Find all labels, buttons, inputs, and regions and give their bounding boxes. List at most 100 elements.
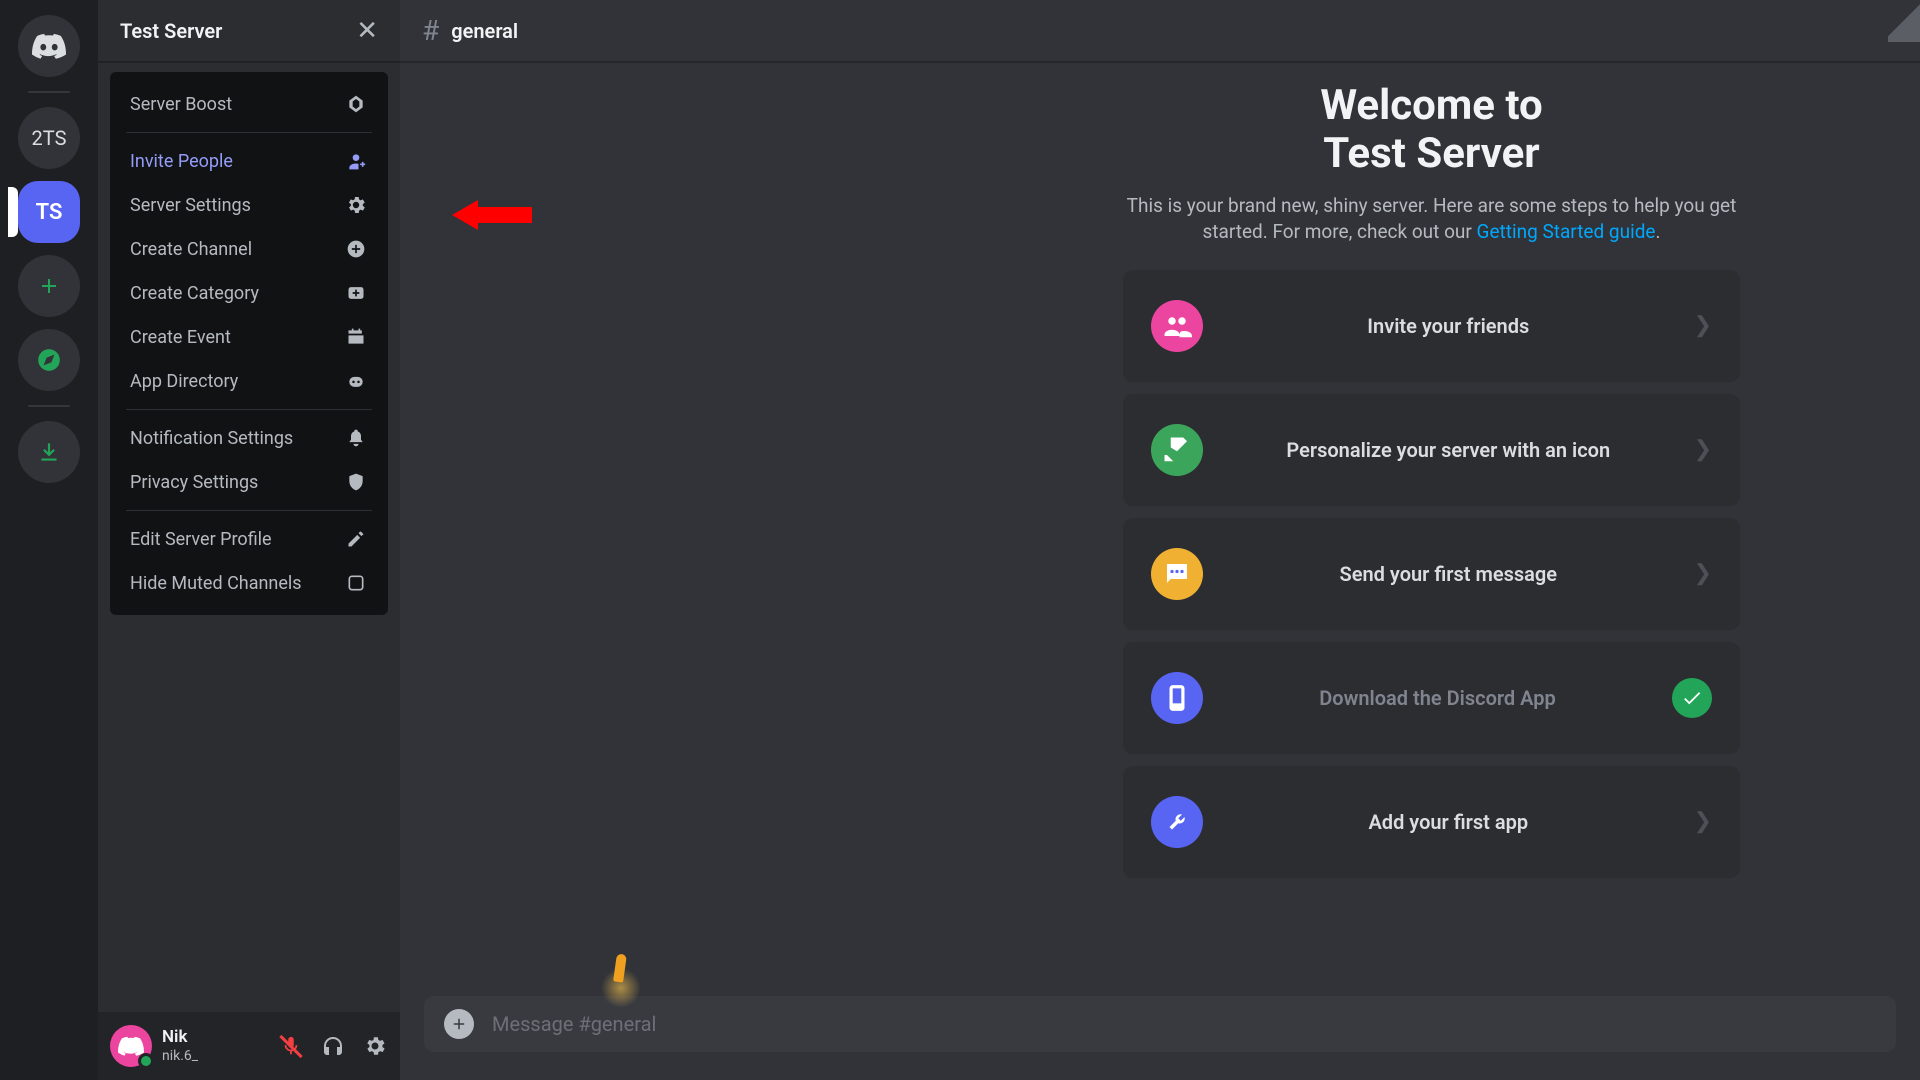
dd-privacy-settings[interactable]: Privacy Settings <box>120 460 378 504</box>
card-label: Personalize your server with an icon <box>1229 438 1668 462</box>
rail-server-2ts[interactable]: 2TS <box>18 107 80 169</box>
dd-create-channel[interactable]: Create Channel <box>120 227 378 271</box>
dd-server-settings[interactable]: Server Settings <box>120 183 378 227</box>
channel-column: Test Server ✕ Server Boost Invite People… <box>98 0 400 1080</box>
dd-label: Create Channel <box>130 239 252 260</box>
dd-label: Hide Muted Channels <box>130 573 302 594</box>
card-icon <box>1151 424 1203 476</box>
dd-create-category[interactable]: Create Category <box>120 271 378 315</box>
server-dropdown: Server Boost Invite People Server Settin… <box>110 72 388 615</box>
user-avatar[interactable] <box>110 1025 152 1067</box>
card-label: Download the Discord App <box>1229 686 1646 710</box>
attach-button[interactable] <box>444 1009 474 1039</box>
rail-server-ts[interactable]: TS <box>18 181 80 243</box>
boost-icon <box>344 92 368 116</box>
rail-download[interactable] <box>18 421 80 483</box>
rail-separator <box>28 405 70 407</box>
dd-app-directory[interactable]: App Directory <box>120 359 378 403</box>
discord-logo-icon <box>32 33 66 59</box>
mute-mic-button[interactable] <box>278 1033 304 1059</box>
dd-label: App Directory <box>130 371 238 392</box>
dd-separator <box>126 132 372 133</box>
rail-separator <box>28 91 70 93</box>
dd-invite-people[interactable]: Invite People <box>120 139 378 183</box>
welcome-block: Welcome to Test Server This is your bran… <box>1123 82 1740 878</box>
server-rail: 2TS TS <box>0 0 98 1080</box>
card-label: Send your first message <box>1229 562 1668 586</box>
invite-icon <box>344 149 368 173</box>
hash-icon: # <box>422 14 439 47</box>
folder-plus-icon <box>344 281 368 305</box>
dd-label: Server Boost <box>130 94 232 115</box>
card-personalize-icon[interactable]: Personalize your server with an icon ❯ <box>1123 394 1740 506</box>
card-icon <box>1151 300 1203 352</box>
annotation-cursor <box>601 968 641 1008</box>
dd-hide-muted[interactable]: Hide Muted Channels <box>120 561 378 605</box>
card-label: Add your first app <box>1229 810 1668 834</box>
card-label: Invite your friends <box>1229 314 1668 338</box>
gear-icon <box>363 1034 387 1058</box>
card-add-app[interactable]: Add your first app ❯ <box>1123 766 1740 878</box>
dd-label: Notification Settings <box>130 428 293 449</box>
shield-icon <box>344 470 368 494</box>
channel-title: general <box>451 19 518 43</box>
deafen-button[interactable] <box>320 1033 346 1059</box>
dd-separator <box>126 510 372 511</box>
check-circle-icon <box>1672 678 1712 718</box>
getting-started-link[interactable]: Getting Started guide <box>1477 220 1656 243</box>
discord-logo-icon <box>118 1036 144 1056</box>
chevron-right-icon: ❯ <box>1694 313 1712 338</box>
compass-icon <box>36 347 62 373</box>
card-icon <box>1151 672 1203 724</box>
card-icon <box>1151 796 1203 848</box>
gear-icon <box>344 193 368 217</box>
robot-icon <box>344 369 368 393</box>
dd-notification-settings[interactable]: Notification Settings <box>120 416 378 460</box>
user-names[interactable]: Nik nik.6_ <box>162 1028 268 1064</box>
message-composer[interactable] <box>424 996 1896 1052</box>
phone-icon <box>1164 683 1190 713</box>
rail-add-server[interactable] <box>18 255 80 317</box>
welcome-content: Welcome to Test Server This is your bran… <box>400 62 1920 996</box>
chevron-right-icon: ❯ <box>1694 561 1712 586</box>
channel-header: # general <box>400 0 1920 62</box>
dd-label: Server Settings <box>130 195 251 216</box>
rail-discord-home[interactable] <box>18 15 80 77</box>
paint-icon <box>1162 435 1192 465</box>
rail-active-pill <box>8 187 18 237</box>
user-panel: Nik nik.6_ <box>98 1012 400 1080</box>
close-icon[interactable]: ✕ <box>356 16 378 46</box>
annotation-arrow <box>452 200 532 230</box>
calendar-icon <box>344 325 368 349</box>
plus-circle-icon <box>344 237 368 261</box>
card-download-app[interactable]: Download the Discord App <box>1123 642 1740 754</box>
status-online-icon <box>138 1053 154 1069</box>
welcome-title: Welcome to Test Server <box>1123 82 1740 179</box>
dd-edit-server-profile[interactable]: Edit Server Profile <box>120 517 378 561</box>
checkbox-icon <box>344 571 368 595</box>
card-first-message[interactable]: Send your first message ❯ <box>1123 518 1740 630</box>
server-title: Test Server <box>120 19 222 43</box>
dd-label: Create Event <box>130 327 231 348</box>
dd-separator <box>126 409 372 410</box>
dd-create-event[interactable]: Create Event <box>120 315 378 359</box>
user-settings-button[interactable] <box>362 1033 388 1059</box>
people-icon <box>1162 311 1192 341</box>
pencil-icon <box>344 527 368 551</box>
user-panel-controls <box>278 1033 388 1059</box>
dd-label: Edit Server Profile <box>130 529 272 550</box>
plus-icon <box>37 274 61 298</box>
plus-icon <box>450 1015 468 1033</box>
dd-label: Privacy Settings <box>130 472 258 493</box>
user-tag: nik.6_ <box>162 1048 268 1064</box>
dd-server-boost[interactable]: Server Boost <box>120 82 378 126</box>
message-input[interactable] <box>492 1012 1876 1036</box>
bell-icon <box>344 426 368 450</box>
dd-label: Invite People <box>130 151 233 172</box>
window-resize-corner <box>1888 0 1920 42</box>
wrench-robot-icon <box>1162 807 1192 837</box>
card-invite-friends[interactable]: Invite your friends ❯ <box>1123 270 1740 382</box>
rail-explore[interactable] <box>18 329 80 391</box>
server-header[interactable]: Test Server ✕ <box>98 0 400 62</box>
chat-icon <box>1162 559 1192 589</box>
